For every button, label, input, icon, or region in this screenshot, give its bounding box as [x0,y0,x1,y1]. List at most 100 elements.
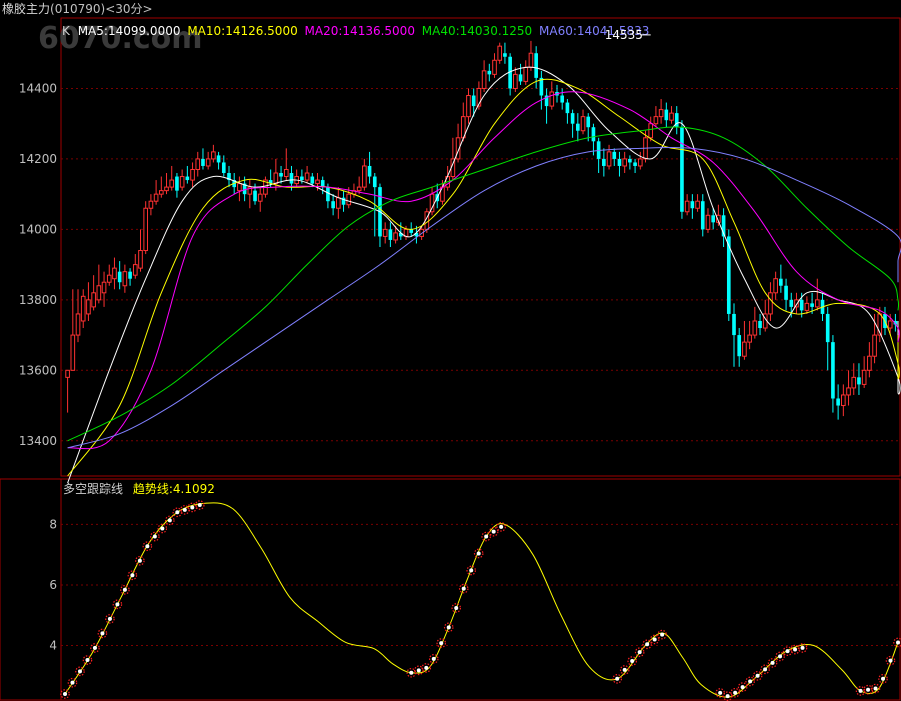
candle-body [836,398,840,406]
candle-body [190,168,195,181]
candle-body [143,207,149,252]
candle-body [669,112,674,121]
sub-legend: 多空跟踪线 趋势线:4.1092 [63,482,215,496]
legend-ma20: MA20:14136.5000 [305,24,415,38]
legend-ma10: MA10:14126.5000 [187,24,297,38]
candle-body [367,165,372,177]
trend-marker-dot [660,632,665,637]
candle-body [169,179,175,188]
trend-marker-dot [85,658,90,663]
candle-body [747,334,752,343]
trend-marker-dot [499,524,504,529]
trend-marker-dot [469,568,474,573]
candle-body [175,176,179,191]
candle-body [664,109,669,121]
candle-body [825,313,830,343]
candle-body [122,271,128,287]
y-tick-label: 6 [49,578,57,592]
trend-marker-dot [888,658,893,663]
futures-chart[interactable]: 134001360013800140001420014400 468 6070.… [0,0,901,701]
trend-marker-dot [190,505,195,510]
y-tick-label: 13800 [19,293,57,307]
y-tick-label: 13400 [19,434,57,448]
trend-marker-dot [122,587,127,592]
ma-line-ma20 [67,91,900,450]
candle-body [523,66,529,82]
candle-body [388,229,393,240]
trend-marker-dot [416,668,421,673]
sub-grid [61,523,900,647]
trend-marker-dot [755,673,760,678]
trend-marker-dot [793,647,798,652]
ma-line-ma10 [67,78,900,477]
trend-marker-dot [167,518,172,523]
candle-body [846,387,851,396]
candle-body [700,201,705,230]
candle-body [148,200,154,209]
candle-body [356,186,362,192]
trend-marker-dot [873,686,878,691]
candle-body [690,201,695,209]
trend-marker-dot [491,529,496,534]
legend-ma5: MA5:14099.0000 [78,24,181,38]
candle-body [549,91,555,107]
trend-marker-dot [175,510,180,515]
trend-marker-dot [431,656,436,661]
candle-body [789,299,794,307]
candle-body [273,172,279,185]
trend-marker-dot [785,649,790,654]
candle-body [591,127,596,142]
candle-body [518,74,523,82]
trend-marker-dot [461,586,466,591]
trend-marker-dot [652,637,657,642]
candle-body [606,151,612,167]
candle-body [758,320,762,329]
trend-marker-dot [866,687,871,692]
candle-body [695,200,700,209]
trend-marker-dot [409,670,414,675]
candle-body [861,369,867,385]
candle-body [497,45,503,61]
candle-body [86,299,91,315]
trend-marker-dot [733,690,738,695]
trend-marker-dot [70,680,75,685]
y-tick-label: 8 [49,517,57,531]
candle-body [362,165,367,188]
trend-marker-dot [424,665,429,670]
candle-body [331,201,335,209]
candle-body [831,342,835,399]
candle-body [91,292,96,308]
candle-body [705,214,711,230]
candle-body [742,341,747,357]
candle-body [752,320,758,336]
trend-marker-dot [725,694,730,699]
candle-body [617,158,622,166]
trend-marker-dot [630,659,635,664]
candle-body [887,320,893,329]
y-tick-label: 14200 [19,152,57,166]
legend-k: K [62,24,71,38]
candle-body [372,176,377,188]
trend-marker-dot [896,640,900,645]
candle-body [711,215,716,223]
candle-body [153,193,159,202]
candle-body [534,53,538,78]
candle-body [310,176,315,184]
candle-body [195,158,201,170]
candle-body [737,335,742,357]
main-panel-frame [60,17,901,477]
candle-body [622,158,627,167]
candle-body [80,295,86,322]
trend-marker-dot [763,667,768,672]
candle-body [658,109,664,118]
candle-body [841,394,846,407]
trend-marker-dot [476,551,481,556]
y-tick-label: 14000 [19,222,57,236]
candle-body [648,123,654,139]
trend-marker-dot [622,667,627,672]
candle-body [106,274,112,283]
candle-body [575,123,580,131]
candle-body [429,193,435,213]
candle-body [289,173,294,184]
main-grid [61,87,900,442]
